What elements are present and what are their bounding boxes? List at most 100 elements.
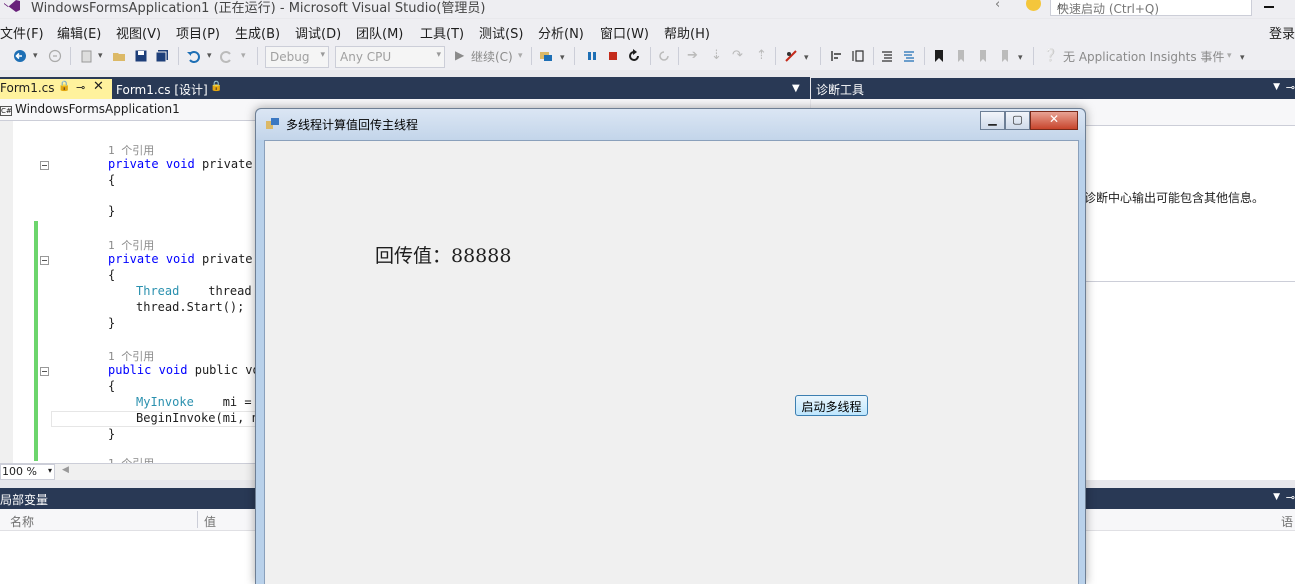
menu-test[interactable]: 测试(S)	[479, 23, 523, 42]
menu-bar: 文件(F) 编辑(E) 视图(V) 项目(P) 生成(B) 调试(D) 团队(M…	[0, 19, 1295, 43]
menu-project[interactable]: 项目(P)	[176, 23, 220, 42]
menu-window[interactable]: 窗口(W)	[600, 23, 649, 42]
column-type[interactable]: 语	[1281, 513, 1293, 530]
scroll-left-icon[interactable]: ◀	[62, 465, 69, 475]
uncomment-icon[interactable]	[902, 49, 916, 63]
close-icon[interactable]: ✕	[93, 79, 104, 94]
menu-build[interactable]: 生成(B)	[235, 23, 280, 42]
code-line: }	[108, 204, 116, 218]
menu-view[interactable]: 视图(V)	[116, 23, 161, 42]
chevron-down-icon[interactable]: ▾	[98, 51, 103, 61]
menu-debug[interactable]: 调试(D)	[295, 23, 341, 42]
form-minimize-button[interactable]: ▁	[980, 111, 1005, 130]
continue-icon[interactable]: ▶	[455, 48, 464, 62]
show-next-statement-icon[interactable]: ➔	[687, 48, 698, 63]
redo-icon[interactable]	[220, 49, 234, 63]
process-icon[interactable]	[539, 49, 553, 63]
save-icon[interactable]	[134, 49, 148, 63]
collapse-toggle-icon[interactable]	[40, 367, 49, 376]
start-threads-button[interactable]: 启动多线程	[795, 395, 868, 416]
menu-help[interactable]: 帮助(H)	[664, 23, 710, 42]
column-value[interactable]: 值	[204, 513, 216, 530]
next-bookmark-icon[interactable]	[975, 49, 989, 63]
chevron-down-icon[interactable]: ▾	[241, 51, 246, 61]
minimize-icon[interactable]	[1264, 6, 1274, 8]
open-file-icon[interactable]	[112, 49, 126, 63]
step-out-icon[interactable]: ⇡	[756, 48, 767, 63]
quick-launch-input[interactable]: 快速启动 (Ctrl+Q) ⌕	[1050, 0, 1252, 16]
menu-file[interactable]: 文件(F)	[0, 23, 44, 42]
code-line: BeginInvoke(mi, n	[136, 411, 259, 425]
lock-icon: 🔒	[210, 81, 223, 92]
diagnostics-message: 诊断中心输出可能包含其他信息。	[1084, 191, 1265, 205]
save-all-icon[interactable]	[155, 49, 169, 63]
code-reference-count[interactable]: 1 个引用	[108, 142, 154, 158]
solution-config-select[interactable]: Debug ▾	[265, 46, 329, 68]
align-left-icon[interactable]	[830, 49, 844, 63]
clear-bookmarks-icon[interactable]	[997, 49, 1011, 63]
result-label: 回传值：88888	[375, 245, 512, 267]
pin-icon[interactable]: ⊸	[1286, 491, 1295, 504]
toggle-breakpoints-icon[interactable]	[784, 49, 798, 63]
column-name[interactable]: 名称	[10, 513, 34, 530]
toolbar-overflow-icon[interactable]: ▾	[1240, 53, 1245, 63]
form-title-bar[interactable]: 多线程计算值回传主线程 ▁ ▢ ✕	[256, 109, 1085, 140]
chevron-left-icon[interactable]: ‹	[995, 0, 1000, 12]
step-into-icon[interactable]: ⇣	[711, 48, 722, 63]
pin-icon[interactable]: ⊸	[76, 81, 85, 94]
pin-icon[interactable]: ⊸	[1286, 81, 1295, 94]
lock-icon: 🔒	[58, 81, 71, 92]
form-app-icon	[266, 118, 279, 129]
refresh-icon[interactable]	[657, 49, 671, 63]
visual-studio-logo-icon	[4, 0, 20, 12]
application-insights-icon[interactable]: ❔	[1043, 48, 1058, 62]
tab-list-dropdown-icon[interactable]: ▼	[792, 83, 800, 94]
zoom-select[interactable]: 100 % ▾	[0, 464, 55, 480]
continue-button[interactable]: 继续(C)	[471, 48, 513, 65]
comment-icon[interactable]	[880, 49, 894, 63]
application-insights-label[interactable]: 无 Application Insights 事件	[1063, 48, 1224, 65]
code-line: }	[108, 427, 116, 441]
solution-platform-select[interactable]: Any CPU ▾	[335, 46, 445, 68]
collapse-toggle-icon[interactable]	[40, 256, 49, 265]
code-line: thread.Start();	[136, 300, 245, 314]
standard-toolbar: ▾ ▾ ▾ ▾ Debug ▾ Any CPU ▾ ▶ 继续(C) ▾ ▾ ➔ ⇣ …	[0, 43, 1295, 70]
chevron-down-icon[interactable]: ▾	[560, 53, 565, 63]
restart-icon[interactable]	[627, 49, 641, 63]
chevron-down-icon[interactable]: ▾	[33, 51, 38, 61]
bookmark-icon[interactable]	[932, 49, 946, 63]
diagnostics-tools-header[interactable]: 诊断工具 ▼ ⊸	[811, 78, 1295, 99]
search-icon[interactable]: ⌕	[1057, 0, 1245, 14]
window-position-icon[interactable]: ▼	[1273, 492, 1280, 502]
menu-tools[interactable]: 工具(T)	[420, 23, 464, 42]
code-reference-count[interactable]: 1 个引用	[108, 348, 154, 364]
stop-icon[interactable]	[606, 49, 620, 63]
align-center-icon[interactable]	[851, 49, 865, 63]
collapse-toggle-icon[interactable]	[40, 161, 49, 170]
menu-analyze[interactable]: 分析(N)	[538, 23, 584, 42]
chevron-down-icon[interactable]: ▾	[804, 53, 809, 63]
class-dropdown[interactable]: C# WindowsFormsApplication1	[0, 102, 180, 116]
form-maximize-button[interactable]: ▢	[1005, 111, 1030, 130]
code-reference-count[interactable]: 1 个引用	[108, 455, 154, 463]
prev-bookmark-icon[interactable]	[953, 49, 967, 63]
new-project-icon[interactable]	[80, 49, 94, 63]
menu-team[interactable]: 团队(M)	[356, 23, 403, 42]
forward-icon[interactable]	[48, 49, 62, 63]
tab-form1-designer[interactable]: Form1.cs [设计] 🔒	[115, 79, 265, 99]
step-over-icon[interactable]: ↷	[732, 48, 743, 63]
form-close-button[interactable]: ✕	[1030, 111, 1078, 130]
tab-form1-cs[interactable]: Form1.cs 🔒 ⊸ ✕	[0, 79, 112, 99]
window-position-icon[interactable]: ▼	[1273, 82, 1280, 92]
chevron-down-icon[interactable]: ▾	[518, 51, 523, 61]
code-reference-count[interactable]: 1 个引用	[108, 237, 154, 253]
csharp-file-icon: C#	[0, 106, 12, 116]
menu-edit[interactable]: 编辑(E)	[57, 23, 101, 42]
pause-icon[interactable]	[585, 49, 599, 63]
undo-icon[interactable]	[186, 49, 200, 63]
back-icon[interactable]	[13, 49, 27, 63]
sign-in-link[interactable]: 登录	[1269, 23, 1295, 42]
chevron-down-icon[interactable]: ▾	[207, 51, 212, 61]
chevron-down-icon[interactable]: ▾	[1227, 51, 1232, 61]
chevron-down-icon[interactable]: ▾	[1018, 53, 1023, 63]
